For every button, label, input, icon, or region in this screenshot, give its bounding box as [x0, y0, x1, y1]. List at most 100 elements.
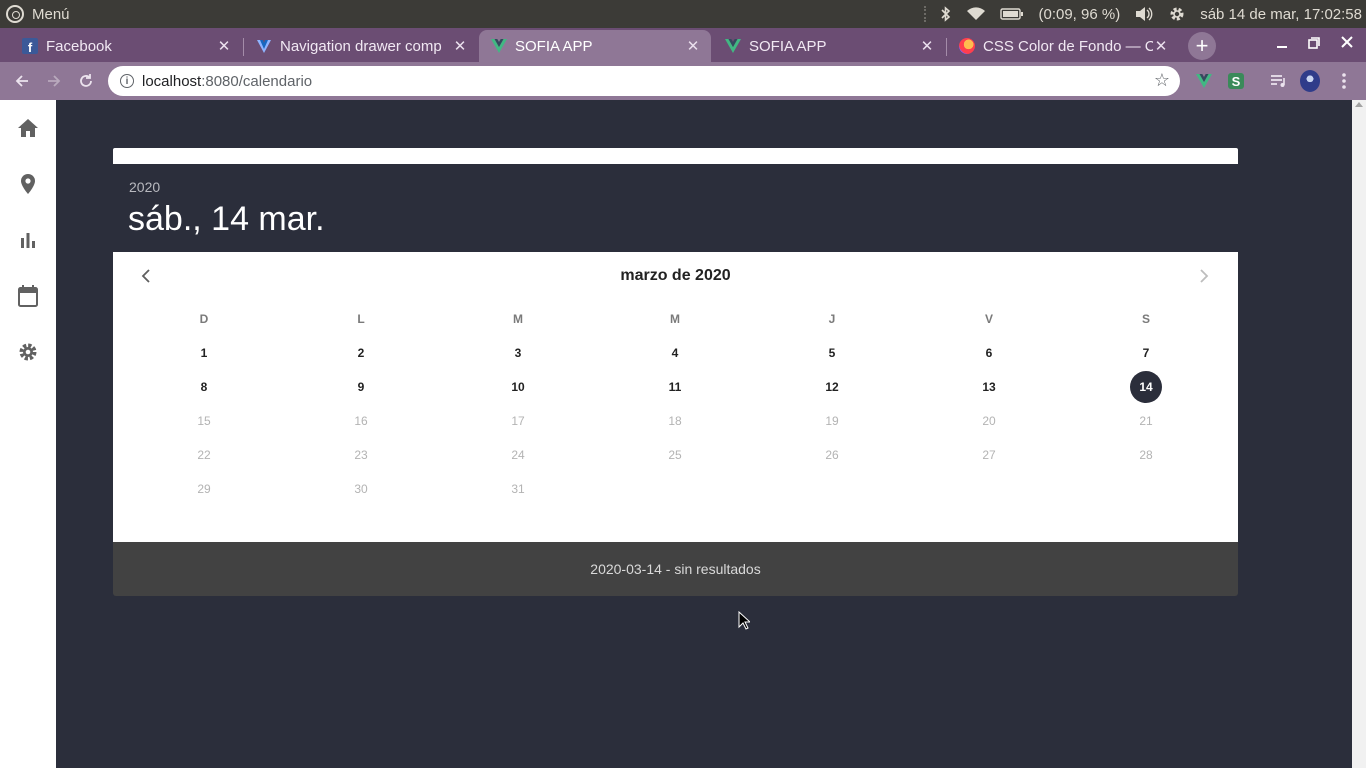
battery-icon[interactable] — [1000, 7, 1024, 21]
browser-tab[interactable]: f Facebook ✕ — [10, 30, 242, 62]
mouse-cursor-icon — [738, 610, 752, 635]
arrow-right-icon — [48, 75, 61, 87]
calendar-day: 21 — [1139, 414, 1153, 428]
card-top-strip — [113, 148, 1238, 164]
tab-title: SOFIA APP — [749, 37, 827, 55]
calendar-day[interactable]: 9 — [341, 371, 381, 403]
calendar-day[interactable]: 13 — [969, 371, 1009, 403]
firefox-icon — [959, 38, 975, 54]
tab-title: SOFIA APP — [515, 37, 593, 55]
calendar-day[interactable]: 3 — [498, 337, 538, 369]
calendar-day: 29 — [197, 482, 211, 496]
calendar-day: 25 — [668, 448, 682, 462]
calendar-day: 31 — [511, 482, 525, 496]
minimize-window-button[interactable] — [1276, 36, 1288, 53]
calendar-day[interactable]: 1 — [184, 337, 224, 369]
close-icon[interactable]: ✕ — [216, 37, 232, 55]
os-system-tray: (0:09, 96 %) sáb 14 de mar, 17:02:58 — [924, 0, 1366, 28]
weekday-label: L — [357, 312, 365, 326]
scroll-up-arrow-icon[interactable] — [1355, 102, 1363, 107]
page-scrollbar[interactable] — [1352, 100, 1366, 768]
ubuntu-logo-icon — [6, 5, 24, 23]
calendar-day[interactable]: 11 — [655, 371, 695, 403]
tab-title: Facebook — [46, 37, 112, 55]
close-icon — [1341, 36, 1353, 48]
results-footer: 2020-03-14 - sin resultados — [113, 542, 1238, 596]
maximize-window-button[interactable] — [1308, 36, 1320, 53]
calendar-day: 26 — [825, 448, 839, 462]
nav-item-home[interactable] — [16, 116, 40, 140]
calendar-day: 30 — [354, 482, 368, 496]
nav-item-calendar[interactable] — [16, 284, 40, 308]
calendar-day[interactable]: 4 — [655, 337, 695, 369]
vue-devtools-extension[interactable] — [1194, 71, 1214, 91]
calendar-day[interactable]: 7 — [1126, 337, 1166, 369]
browser-tab[interactable]: Navigation drawer comp ✕ — [244, 30, 478, 62]
home-icon — [18, 119, 38, 137]
system-settings-gear-icon[interactable] — [1168, 5, 1186, 23]
volume-icon[interactable] — [1134, 6, 1154, 22]
vuetify-icon — [257, 40, 271, 53]
bookmark-star-icon[interactable]: ☆ — [1154, 70, 1170, 91]
tray-separator — [924, 6, 927, 22]
browser-tab[interactable]: SOFIA APP ✕ — [713, 30, 945, 62]
calendar-day: 17 — [511, 414, 525, 428]
restore-icon — [1308, 37, 1320, 49]
calendar-day[interactable]: 5 — [812, 337, 852, 369]
info-icon[interactable]: i — [120, 74, 134, 88]
calendar-day: 19 — [825, 414, 839, 428]
plus-icon: + — [1195, 33, 1209, 58]
close-window-button[interactable] — [1341, 35, 1353, 52]
picker-selected-date[interactable]: sáb., 14 mar. — [128, 200, 325, 239]
clock-datetime[interactable]: sáb 14 de mar, 17:02:58 — [1200, 6, 1362, 23]
battery-status: (0:09, 96 %) — [1038, 5, 1121, 23]
calendar-day[interactable]: 6 — [969, 337, 1009, 369]
calendar-day[interactable]: 12 — [812, 371, 852, 403]
calendar-day[interactable]: 2 — [341, 337, 381, 369]
calendar-day-selected[interactable]: 14 — [1130, 371, 1162, 403]
browser-menu-button[interactable] — [1334, 71, 1354, 91]
browser-tab-strip: f Facebook ✕ Navigation drawer comp ✕ SO… — [0, 28, 1366, 62]
reload-button[interactable] — [75, 70, 97, 92]
nav-item-stats[interactable] — [16, 228, 40, 252]
reload-icon — [80, 74, 92, 87]
new-tab-button[interactable]: + — [1188, 32, 1216, 60]
address-bar[interactable]: i localhost:8080/calendario ☆ — [108, 66, 1180, 96]
minimize-icon — [1277, 46, 1287, 48]
s-extension[interactable]: S — [1226, 71, 1246, 91]
close-icon[interactable]: ✕ — [452, 37, 468, 55]
vue-icon — [1196, 74, 1212, 88]
bluetooth-icon[interactable] — [940, 6, 952, 22]
browser-toolbar: i localhost:8080/calendario ☆ S — [0, 62, 1366, 100]
bar-chart-icon — [21, 233, 35, 248]
calendar-day[interactable]: 8 — [184, 371, 224, 403]
profile-avatar[interactable] — [1300, 70, 1320, 92]
os-menu-button[interactable]: Menú — [0, 5, 70, 23]
calendar-day: 28 — [1139, 448, 1153, 462]
calendar-day: 24 — [511, 448, 525, 462]
back-button[interactable] — [11, 70, 33, 92]
s-extension-icon: S — [1228, 73, 1244, 89]
media-controls-button[interactable] — [1269, 71, 1289, 91]
calendar-day[interactable]: 10 — [498, 371, 538, 403]
next-month-button[interactable] — [1192, 266, 1216, 286]
close-icon[interactable]: ✕ — [919, 37, 935, 55]
nav-item-map[interactable] — [16, 172, 40, 196]
calendar-day: 16 — [354, 414, 368, 428]
nav-item-settings[interactable] — [16, 340, 40, 364]
weekday-label: S — [1141, 312, 1150, 326]
calendar-day: 23 — [354, 448, 368, 462]
avatar — [1300, 70, 1320, 92]
close-icon[interactable]: ✕ — [1153, 37, 1169, 55]
close-icon[interactable]: ✕ — [685, 37, 701, 55]
calendar-day: 22 — [197, 448, 211, 462]
month-title[interactable]: marzo de 2020 — [113, 267, 1238, 285]
browser-tab-active[interactable]: SOFIA APP ✕ — [479, 30, 711, 62]
forward-button[interactable] — [43, 70, 65, 92]
map-marker-icon — [21, 174, 35, 194]
wifi-icon[interactable] — [966, 6, 986, 22]
browser-tab[interactable]: CSS Color de Fondo — Có ✕ — [947, 30, 1179, 62]
weekday-label: V — [984, 312, 993, 326]
tab-title: CSS Color de Fondo — Có — [983, 37, 1153, 55]
picker-year[interactable]: 2020 — [129, 179, 160, 195]
